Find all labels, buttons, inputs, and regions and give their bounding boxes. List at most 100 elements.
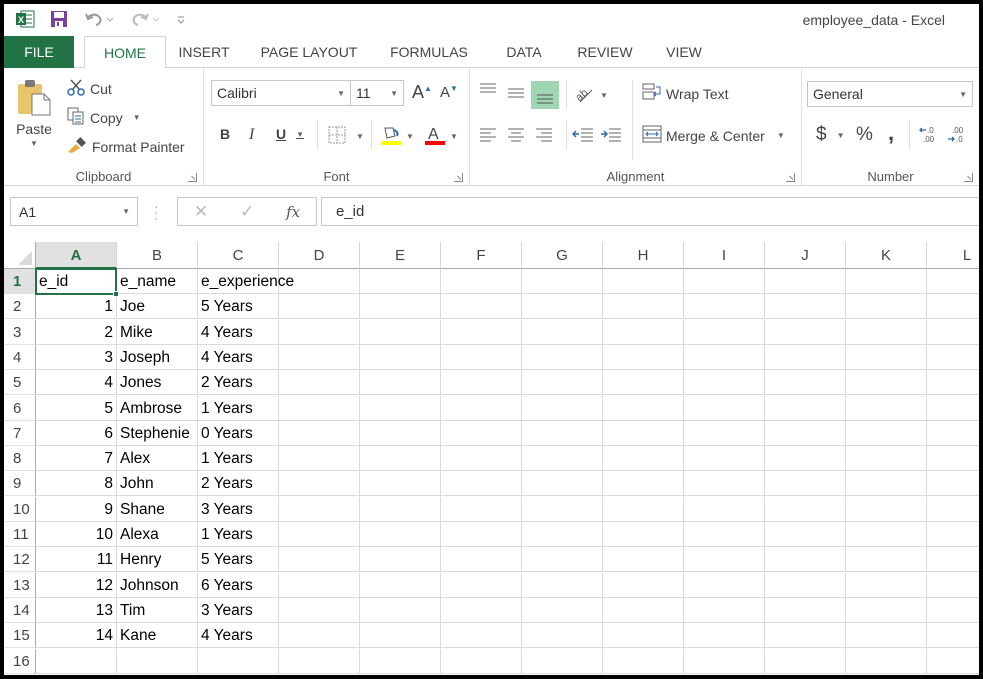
cell-g12[interactable] <box>522 547 603 573</box>
cell-g1[interactable] <box>522 269 603 294</box>
italic-button[interactable]: I <box>249 126 254 144</box>
cell-i8[interactable] <box>684 446 765 472</box>
cell-d13[interactable] <box>279 572 360 598</box>
underline-button[interactable]: U ▼ <box>276 126 304 142</box>
cell-d3[interactable] <box>279 319 360 345</box>
align-left-button[interactable] <box>478 126 498 145</box>
cell-c11[interactable]: 1 Years <box>198 522 279 547</box>
cell-j8[interactable] <box>765 446 846 472</box>
cell-e12[interactable] <box>360 547 441 573</box>
cell-j2[interactable] <box>765 294 846 320</box>
cell-h16[interactable] <box>603 648 684 674</box>
cell-k7[interactable] <box>846 420 927 446</box>
cell-h14[interactable] <box>603 597 684 623</box>
cell-a2[interactable]: 1 <box>36 294 117 320</box>
row-header-12[interactable]: 12 <box>4 547 36 573</box>
align-center-button[interactable] <box>506 126 526 145</box>
cell-d1[interactable] <box>279 269 360 294</box>
cell-e10[interactable] <box>360 496 441 522</box>
decrease-indent-button[interactable] <box>571 126 594 145</box>
cell-d7[interactable] <box>279 420 360 446</box>
save-icon[interactable] <box>48 8 70 30</box>
cell-b12[interactable]: Henry <box>117 547 198 573</box>
cell-f8[interactable] <box>441 446 522 472</box>
bold-button[interactable]: B <box>220 126 230 142</box>
cell-g16[interactable] <box>522 648 603 674</box>
cell-j15[interactable] <box>765 623 846 649</box>
bottom-align-button[interactable] <box>531 81 559 109</box>
cell-b5[interactable]: Jones <box>117 370 198 396</box>
column-header-j[interactable]: J <box>765 242 846 269</box>
row-header-9[interactable]: 9 <box>4 471 36 497</box>
cell-a15[interactable]: 14 <box>36 623 117 649</box>
column-header-f[interactable]: F <box>441 242 522 269</box>
cell-i7[interactable] <box>684 420 765 446</box>
row-header-4[interactable]: 4 <box>4 344 36 370</box>
column-header-k[interactable]: K <box>846 242 927 269</box>
middle-align-button[interactable] <box>506 86 526 103</box>
wrap-text-button[interactable]: Wrap Text <box>642 82 729 105</box>
cell-a9[interactable]: 8 <box>36 471 117 497</box>
cell-h11[interactable] <box>603 522 684 547</box>
cell-e4[interactable] <box>360 344 441 370</box>
tab-home[interactable]: HOME <box>84 36 166 69</box>
cell-b14[interactable]: Tim <box>117 597 198 623</box>
format-painter-button[interactable]: Format Painter <box>66 136 185 157</box>
cell-c9[interactable]: 2 Years <box>198 471 279 497</box>
cell-f1[interactable] <box>441 269 522 294</box>
cell-d11[interactable] <box>279 522 360 547</box>
fill-color-button[interactable]: ▼ <box>380 124 414 149</box>
cell-c6[interactable]: 1 Years <box>198 395 279 421</box>
copy-button[interactable]: Copy ▼ <box>66 107 141 128</box>
cell-g13[interactable] <box>522 572 603 598</box>
cell-g6[interactable] <box>522 395 603 421</box>
tab-file[interactable]: FILE <box>4 36 74 68</box>
cell-b8[interactable]: Alex <box>117 446 198 472</box>
cell-b6[interactable]: Ambrose <box>117 395 198 421</box>
cell-l12[interactable] <box>927 547 979 573</box>
decrease-font-size-button[interactable]: A▼ <box>440 84 458 101</box>
cell-f14[interactable] <box>441 597 522 623</box>
cell-f2[interactable] <box>441 294 522 320</box>
cell-h9[interactable] <box>603 471 684 497</box>
cell-c4[interactable]: 4 Years <box>198 344 279 370</box>
tab-insert[interactable]: INSERT <box>174 36 234 68</box>
cell-k14[interactable] <box>846 597 927 623</box>
cell-e11[interactable] <box>360 522 441 547</box>
cancel-icon[interactable]: ✕ <box>194 202 208 222</box>
cell-g11[interactable] <box>522 522 603 547</box>
cell-i4[interactable] <box>684 344 765 370</box>
alignment-dialog-launcher[interactable] <box>786 173 795 182</box>
cell-c1[interactable]: e_experience <box>198 269 294 294</box>
cell-l7[interactable] <box>927 421 979 446</box>
cell-h6[interactable] <box>603 395 684 421</box>
cell-b3[interactable]: Mike <box>117 319 198 345</box>
tab-page-layout[interactable]: PAGE LAYOUT <box>254 36 364 68</box>
cell-b16[interactable] <box>117 648 198 674</box>
cell-f9[interactable] <box>441 471 522 497</box>
row-header-15[interactable]: 15 <box>4 623 36 649</box>
tab-view[interactable]: VIEW <box>659 36 709 68</box>
cell-e3[interactable] <box>360 319 441 345</box>
formula-bar-grip[interactable]: · · · <box>154 199 159 225</box>
cell-i9[interactable] <box>684 471 765 497</box>
cell-l2[interactable] <box>927 294 979 320</box>
cell-d6[interactable] <box>279 395 360 421</box>
font-name-select[interactable]: Calibri ▼ <box>211 80 351 106</box>
cell-f13[interactable] <box>441 572 522 598</box>
cell-b13[interactable]: Johnson <box>117 572 198 598</box>
row-header-8[interactable]: 8 <box>4 446 36 472</box>
cell-k5[interactable] <box>846 370 927 396</box>
cell-h8[interactable] <box>603 446 684 472</box>
cell-d15[interactable] <box>279 623 360 649</box>
tab-formulas[interactable]: FORMULAS <box>384 36 474 68</box>
cell-b11[interactable]: Alexa <box>117 522 198 547</box>
row-header-11[interactable]: 11 <box>4 522 36 547</box>
cell-i11[interactable] <box>684 522 765 547</box>
merge-center-button[interactable]: Merge & Center ▼ <box>642 125 785 146</box>
cell-j3[interactable] <box>765 319 846 345</box>
row-header-2[interactable]: 2 <box>4 294 36 320</box>
cell-f3[interactable] <box>441 319 522 345</box>
cell-l8[interactable] <box>927 446 979 472</box>
column-header-g[interactable]: G <box>522 242 603 269</box>
